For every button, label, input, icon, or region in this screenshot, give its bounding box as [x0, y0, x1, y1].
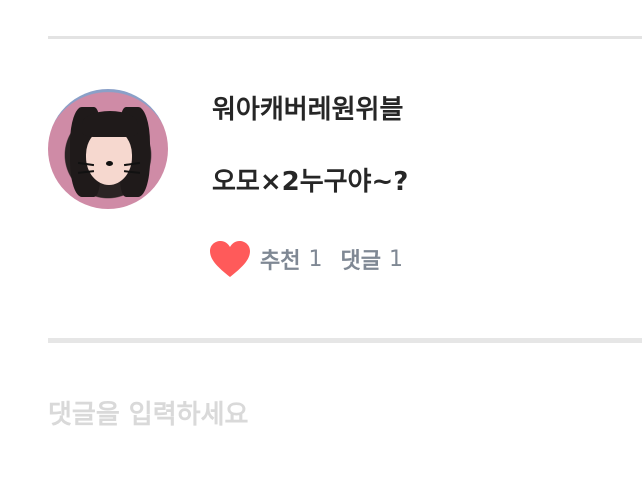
avatar[interactable]: [48, 89, 168, 209]
bottom-divider: [0, 338, 642, 343]
cat-nose: [106, 161, 113, 166]
comment-meta: 추천 1 댓글 1: [208, 239, 413, 279]
comment-item: 워아캐버레원위블 오모×2누구야~? 추천 1 댓글 1: [0, 39, 642, 338]
reply-count: 1: [388, 246, 403, 272]
comment-input[interactable]: [48, 390, 622, 440]
username[interactable]: 워아캐버레원위블: [212, 89, 403, 126]
heart-icon[interactable]: [208, 239, 252, 279]
like-label[interactable]: 추천: [260, 243, 300, 275]
comment-input-area: [48, 390, 622, 440]
comment-text: 오모×2누구야~?: [212, 167, 409, 197]
reply-label[interactable]: 댓글: [340, 243, 380, 275]
like-count: 1: [308, 246, 323, 272]
